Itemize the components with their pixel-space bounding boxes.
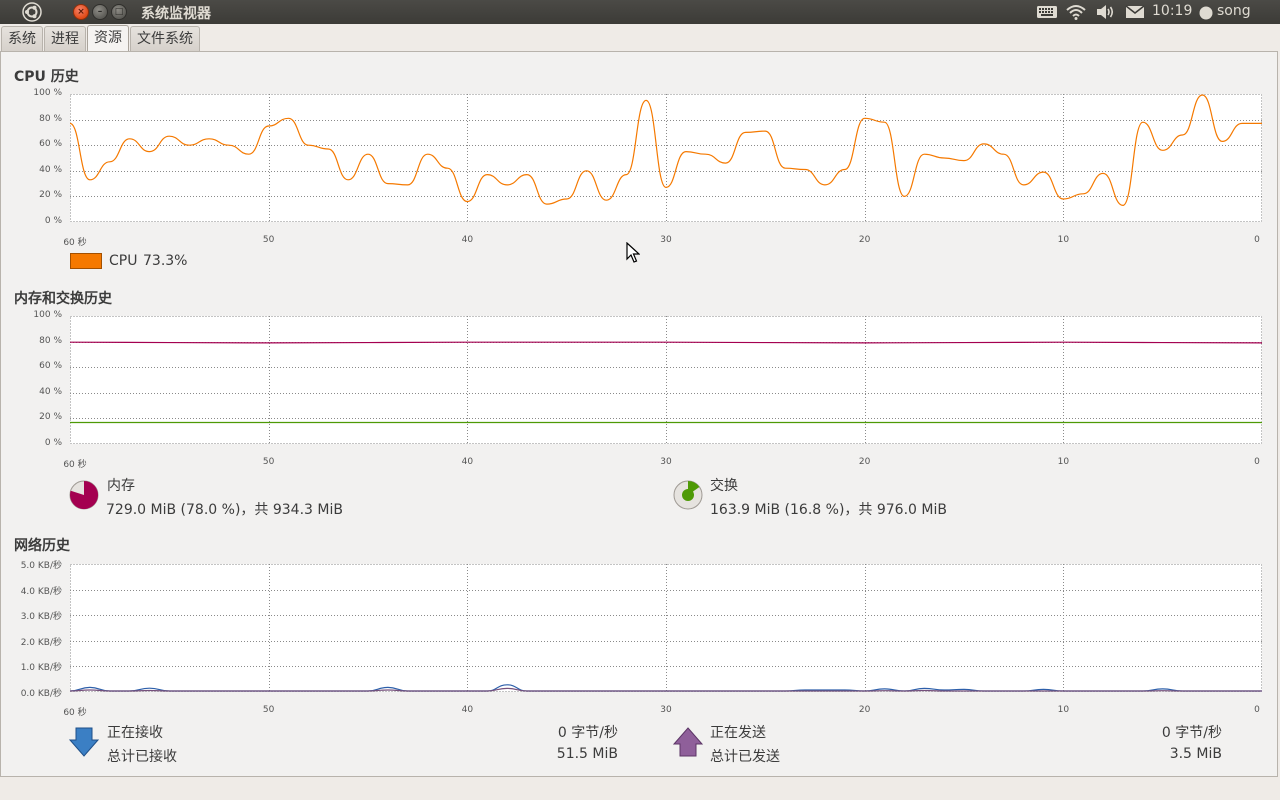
x-tick-label: 10 [1057,705,1070,715]
y-tick-label: 80 % [39,335,62,346]
ubuntu-logo-icon[interactable] [22,2,42,22]
y-tick-label: 100 % [33,88,62,98]
x-tick-label: 0 [1254,457,1260,467]
memory-label: 内存 [107,478,135,494]
cpu-chart [70,94,1262,222]
x-tick-label: 40 [461,235,474,245]
tab-bar: 系统 进程 资源 文件系统 [0,25,1280,52]
y-tick-label: 0 % [44,216,62,226]
sending-rate: 0 字节/秒 [1161,725,1222,741]
mail-icon[interactable] [1125,3,1145,21]
x-tick-label: 50 [262,705,275,715]
x-tick-label: 50 [262,457,275,467]
y-tick-label: 0 % [44,438,62,448]
memory-history-title: 内存和交换历史 [14,291,112,307]
network-history-title: 网络历史 [14,538,70,554]
memory-pie-icon[interactable] [68,479,100,511]
close-window-button[interactable]: × [73,4,89,20]
x-tick-label: 10 [1057,235,1070,245]
receiving-label: 正在接收 [107,725,163,741]
user-status-icon[interactable] [1198,3,1214,21]
y-tick-label: 40 % [39,164,62,175]
username[interactable]: song [1217,3,1251,19]
tab-processes[interactable]: 进程 [44,26,86,51]
total-sent-value: 3.5 MiB [1169,746,1222,762]
x-tick-label: 20 [858,457,871,467]
x-tick-label: 30 [660,457,672,467]
y-tick-label: 20 % [39,190,62,201]
cpu-legend-value: 73.3% [143,253,188,269]
upload-arrow-icon [672,727,704,757]
top-panel: × – □ 系统监视器 10:19 song [0,0,1280,24]
x-tick-label: 0 [1254,705,1260,715]
memory-value: 729.0 MiB (78.0 %)，共 934.3 MiB [106,502,343,518]
minimize-icon: – [97,7,103,17]
y-tick-label: 100 % [33,310,62,320]
maximize-icon: □ [114,7,124,17]
x-tick-label: 30 [660,705,672,715]
swap-value: 163.9 MiB (16.8 %)，共 976.0 MiB [710,502,947,518]
keyboard-icon[interactable] [1036,3,1058,21]
y-tick-label: 0.0 KB/秒 [20,689,62,699]
y-tick-label: 5.0 KB/秒 [20,561,62,571]
y-tick-label: 4.0 KB/秒 [20,586,62,597]
download-arrow-icon [68,727,100,757]
x-tick-label: 60 秒 [63,708,87,718]
maximize-window-button[interactable]: □ [111,4,127,20]
y-tick-label: 60 % [39,139,62,150]
y-tick-label: 3.0 KB/秒 [20,612,62,623]
y-tick-label: 40 % [39,386,62,397]
swap-pie-icon[interactable] [672,479,704,511]
y-tick-label: 60 % [39,361,62,372]
cpu-history-title: CPU 历史 [14,69,79,85]
total-received-label: 总计已接收 [107,749,177,765]
y-tick-label: 1.0 KB/秒 [20,663,62,674]
tab-system[interactable]: 系统 [1,26,43,51]
receiving-rate: 0 字节/秒 [557,725,618,741]
mouse-pointer-icon [626,242,640,263]
total-sent-label: 总计已发送 [710,749,780,765]
x-tick-label: 20 [858,235,871,245]
total-received-value: 51.5 MiB [556,746,618,762]
minimize-window-button[interactable]: – [92,4,108,20]
swap-label: 交换 [710,478,738,494]
sending-label: 正在发送 [710,725,766,741]
x-tick-label: 40 [461,705,474,715]
x-tick-label: 30 [660,235,672,245]
memory-line [70,341,1262,344]
x-tick-label: 0 [1254,235,1260,245]
x-tick-label: 40 [461,457,474,467]
memory-chart [70,316,1262,444]
window-title: 系统监视器 [141,6,211,22]
tab-filesystems[interactable]: 文件系统 [130,26,200,51]
x-tick-label: 60 秒 [63,460,87,470]
wifi-icon[interactable] [1065,3,1087,21]
y-tick-label: 20 % [39,412,62,423]
cpu-legend-label: CPU [109,253,138,269]
x-tick-label: 60 秒 [63,238,87,248]
tab-resources[interactable]: 资源 [87,25,129,52]
x-tick-label: 20 [858,705,871,715]
clock[interactable]: 10:19 [1152,3,1192,19]
y-tick-label: 2.0 KB/秒 [20,637,62,648]
x-tick-label: 10 [1057,457,1070,467]
y-tick-label: 80 % [39,113,62,124]
close-icon: × [77,7,85,17]
cpu-color-swatch[interactable] [70,253,102,269]
x-tick-label: 50 [262,235,275,245]
volume-icon[interactable] [1095,3,1117,21]
network-chart [70,564,1262,692]
